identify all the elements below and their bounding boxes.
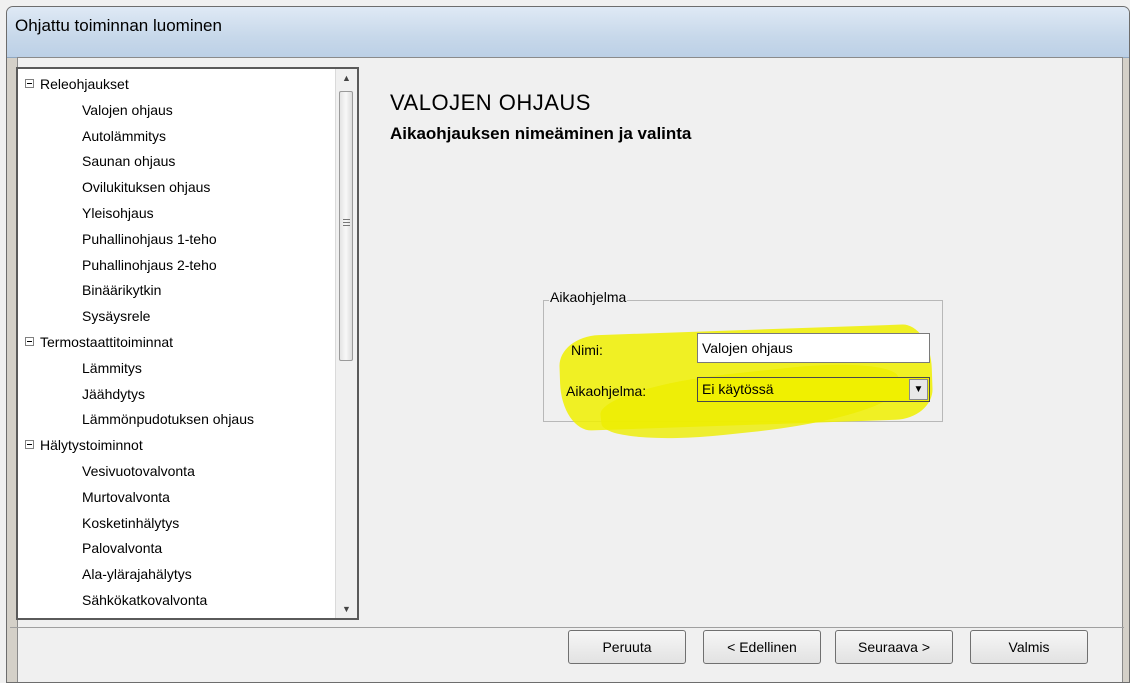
tree-item[interactable]: Jäähdytys [82, 382, 145, 407]
tree-item[interactable]: Ala-ylärajahälytys [82, 562, 192, 587]
scroll-down-arrow-icon[interactable]: ▼ [336, 600, 357, 618]
next-button[interactable]: Seuraava > [835, 630, 953, 664]
tree-group-label: Releohjaukset [40, 76, 129, 92]
tree-item[interactable]: Saunan ohjaus [82, 149, 175, 174]
name-input[interactable] [697, 333, 930, 363]
tree-item[interactable]: Vesivuotovalvonta [82, 459, 195, 484]
tree-item[interactable]: Yleisohjaus [82, 201, 154, 226]
page-heading: VALOJEN OHJAUS [390, 90, 591, 115]
previous-button[interactable]: < Edellinen [703, 630, 821, 664]
finish-button[interactable]: Valmis [970, 630, 1088, 664]
tree-item[interactable]: Ovilukituksen ohjaus [82, 175, 210, 200]
tree-item[interactable]: Kosketinhälytys [82, 511, 179, 536]
collapse-icon[interactable] [25, 440, 34, 450]
button-bar-divider [10, 627, 1124, 628]
tree-item[interactable]: Sysäysrele [82, 304, 150, 329]
tree-scrollbar[interactable]: ▲ ▼ [335, 69, 357, 618]
scroll-up-arrow-icon[interactable]: ▲ [336, 69, 357, 87]
groupbox-legend: Aikaohjelma [549, 289, 628, 305]
tree-item[interactable]: Valojen ohjaus [82, 98, 173, 123]
chevron-down-icon[interactable]: ▼ [909, 379, 928, 400]
tree-item[interactable]: Sähkökatkovalvonta [82, 588, 207, 613]
function-tree[interactable]: Releohjaukset Valojen ohjaus Autolämmitys S… [16, 67, 359, 620]
program-select-value: Ei käytössä [702, 381, 774, 397]
title-bar[interactable]: Ohjattu toiminnan luominen [7, 7, 1129, 58]
cancel-button[interactable]: Peruuta [568, 630, 686, 664]
page-subheading: Aikaohjauksen nimeäminen ja valinta [390, 124, 692, 143]
tree-item[interactable]: Autolämmitys [82, 124, 166, 149]
tree-item[interactable]: Murtovalvonta [82, 485, 170, 510]
program-label: Aikaohjelma: [566, 383, 647, 399]
window-title: Ohjattu toiminnan luominen [15, 16, 222, 35]
grip-line [343, 219, 350, 220]
tree-item[interactable]: Puhallinohjaus 2-teho [82, 253, 217, 278]
tree-item[interactable]: Palovalvonta [82, 536, 162, 561]
name-label: Nimi: [571, 342, 603, 358]
program-select[interactable]: Ei käytössä ▼ [697, 377, 930, 402]
tree-group-label: Hälytystoiminnot [40, 437, 143, 454]
tree-item[interactable]: Binäärikytkin [82, 278, 161, 303]
tree-item[interactable]: Lämmönpudotuksen ohjaus [82, 407, 254, 432]
scroll-thumb[interactable] [339, 91, 353, 361]
collapse-icon[interactable] [25, 337, 34, 346]
grip-line [343, 222, 350, 223]
collapse-icon[interactable] [25, 79, 34, 88]
tree-group-label: Termostaattitoiminnat [40, 334, 174, 350]
tree-item[interactable]: Lämmitys [82, 356, 142, 381]
grip-line [343, 225, 350, 226]
tree-item[interactable]: Puhallinohjaus 1-teho [82, 227, 217, 252]
